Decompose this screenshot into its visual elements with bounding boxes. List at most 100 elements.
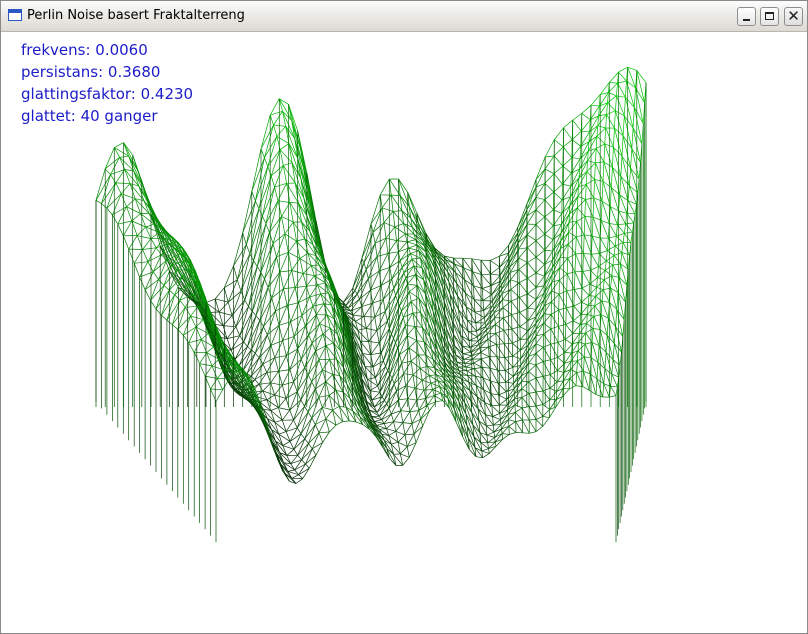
title-bar[interactable]: Perlin Noise basert Fraktalterreng ✕ (1, 1, 807, 32)
mesh-edge (128, 248, 135, 264)
mesh-edge (508, 419, 516, 422)
mesh-edge (513, 370, 522, 377)
mesh-edge (319, 314, 328, 324)
mesh-edge (585, 199, 594, 218)
mesh-edge (567, 243, 576, 255)
mesh-edge (611, 275, 619, 293)
mesh-edge (379, 178, 390, 196)
mesh-edge (275, 310, 280, 326)
mesh-edge (612, 263, 621, 266)
mesh-edge (550, 325, 559, 330)
mesh-edge (404, 423, 413, 436)
mesh-edge (613, 255, 621, 265)
mesh-edge (528, 362, 537, 366)
mesh-edge (293, 438, 306, 450)
mesh-edge (95, 174, 111, 201)
mesh-edge (588, 287, 597, 296)
mesh-edge (254, 379, 260, 385)
mesh-edge (308, 455, 317, 469)
mesh-edge (535, 364, 544, 377)
mesh-edge (406, 326, 416, 336)
mesh-edge (472, 359, 474, 364)
mesh-edge (577, 186, 579, 197)
mesh-edge (512, 349, 521, 357)
mesh-edge (527, 307, 537, 310)
mesh-edge (366, 316, 376, 329)
mesh-edge (307, 359, 320, 376)
mesh-edge (580, 131, 582, 147)
mesh-edge (278, 431, 287, 435)
mesh-edge (562, 157, 573, 167)
mesh-edge (625, 213, 628, 224)
mesh-edge (270, 382, 283, 386)
mesh-edge (239, 335, 244, 343)
mesh-edge (593, 305, 596, 317)
mesh-edge (410, 360, 421, 369)
mesh-edge (276, 126, 286, 137)
mesh-edge (591, 253, 600, 255)
mesh-edge (320, 292, 329, 295)
mesh-edge (551, 301, 559, 311)
mesh-edge (258, 334, 268, 358)
mesh-edge (599, 237, 608, 251)
mesh-edge (406, 433, 415, 447)
mesh-edge (409, 410, 419, 412)
mesh-edge (522, 432, 530, 434)
mesh-edge (553, 183, 563, 193)
mesh-edge (563, 363, 565, 373)
mesh-edge (391, 441, 399, 445)
mesh-edge (290, 302, 299, 322)
mesh-edge (535, 196, 545, 201)
mesh-edge (403, 373, 414, 376)
mesh-edge (372, 303, 376, 318)
mesh-edge (223, 265, 234, 288)
mesh-edge (482, 300, 485, 311)
mesh-edge (293, 449, 298, 456)
mesh-edge (355, 316, 365, 322)
mesh-edge (568, 378, 571, 389)
mesh-edge (487, 332, 496, 335)
mesh-edge (518, 257, 528, 263)
mesh-edge (412, 374, 416, 389)
mesh-edge (589, 270, 591, 285)
mesh-edge (404, 233, 408, 242)
mesh-edge (342, 420, 350, 422)
mesh-edge (492, 300, 494, 306)
mesh-edge (309, 296, 314, 307)
mesh-edge (613, 246, 616, 256)
mesh-edge (106, 207, 113, 216)
mesh-edge (407, 398, 411, 412)
mesh-edge (535, 240, 545, 251)
mesh-edge (185, 305, 199, 308)
mesh-edge (484, 322, 487, 327)
mesh-edge (235, 326, 241, 336)
mesh-edge (587, 160, 596, 164)
mesh-edge (293, 419, 298, 428)
mesh-edge (457, 295, 467, 308)
close-button[interactable]: ✕ (784, 7, 803, 26)
app-window-icon[interactable] (8, 9, 22, 21)
mesh-edge (609, 288, 611, 303)
mesh-edge (293, 336, 298, 349)
render-canvas[interactable]: frekvens: 0.0060 persistans: 0.3680 glat… (1, 32, 807, 633)
mesh-edge (510, 289, 520, 298)
mesh-edge (563, 387, 570, 390)
mesh-edge (388, 430, 396, 436)
mesh-edge (615, 242, 624, 247)
mesh-edge (115, 182, 122, 194)
mesh-edge (293, 367, 305, 383)
mesh-edge (142, 238, 152, 250)
mesh-edge (594, 300, 603, 307)
mesh-edge (126, 198, 136, 207)
maximize-button[interactable] (760, 7, 779, 26)
mesh-edge (557, 339, 566, 343)
mesh-edge (615, 224, 618, 237)
minimize-button[interactable] (737, 7, 756, 26)
mesh-edge (565, 307, 567, 325)
mesh-edge (374, 243, 378, 257)
mesh-edge (383, 211, 394, 223)
app-window: Perlin Noise basert Fraktalterreng ✕ fre… (0, 0, 808, 634)
mesh-edge (481, 450, 490, 454)
mesh-edge (335, 421, 343, 426)
mesh-edge (435, 400, 443, 403)
